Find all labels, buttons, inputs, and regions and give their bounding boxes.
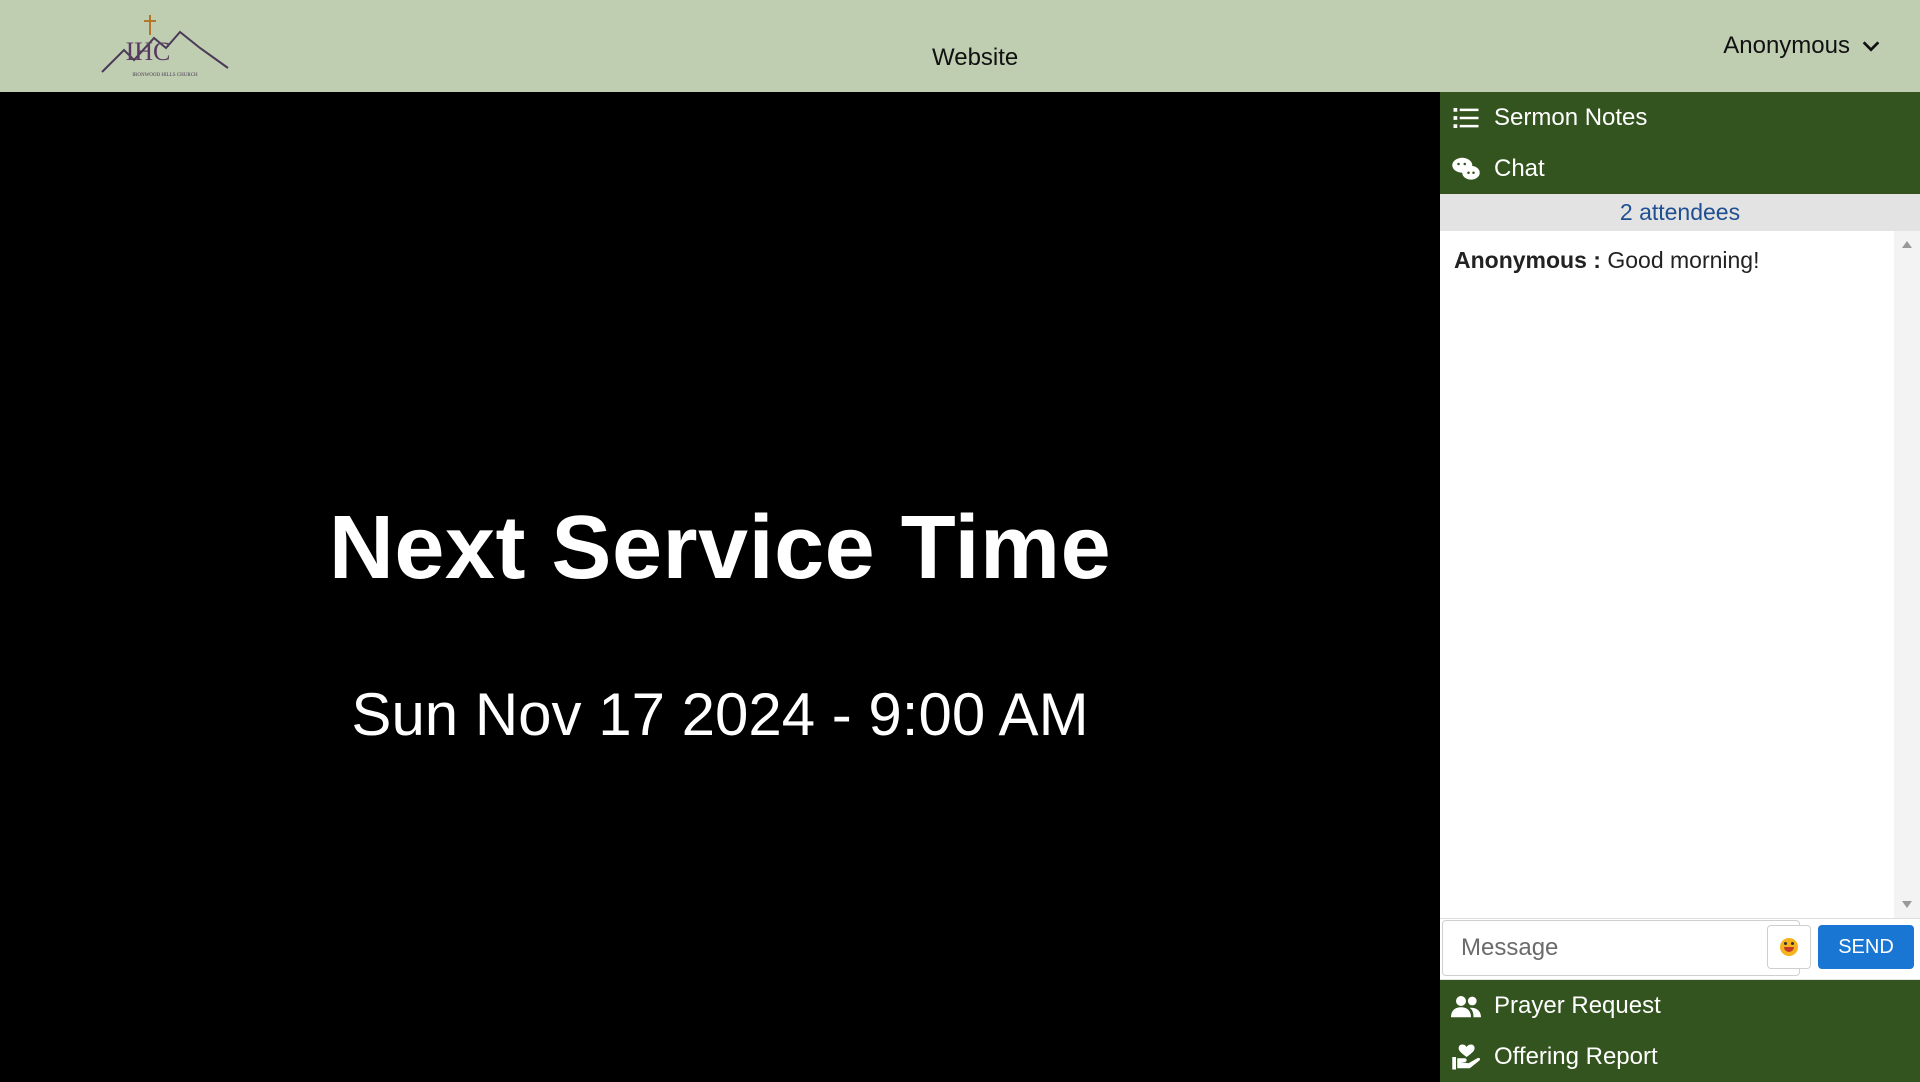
chevron-down-icon	[1862, 41, 1880, 52]
tab-sermon-notes-label: Sermon Notes	[1494, 103, 1648, 131]
logo-icon: IHC IRONWOOD HILLS CHURCH	[101, 15, 229, 78]
user-name: Anonymous	[1723, 32, 1850, 59]
attendees-count: 2 attendees	[1440, 194, 1920, 231]
chat-messages-pane[interactable]: Anonymous : Good morning!	[1440, 231, 1920, 919]
tab-sermon-notes[interactable]: Sermon Notes	[1440, 92, 1920, 143]
emoji-icon	[1780, 938, 1798, 956]
tab-chat[interactable]: Chat	[1440, 143, 1920, 194]
tab-prayer-request[interactable]: Prayer Request	[1440, 980, 1920, 1031]
service-title: Next Service Time	[328, 498, 1112, 598]
hand-heart-icon	[1450, 1041, 1482, 1073]
tab-chat-label: Chat	[1494, 154, 1545, 182]
chat-scrollbar[interactable]	[1894, 231, 1920, 918]
send-button[interactable]: SEND	[1818, 925, 1914, 969]
church-logo[interactable]: IHC IRONWOOD HILLS CHURCH	[100, 10, 230, 80]
chat-composer: SEND	[1440, 919, 1920, 980]
list-icon	[1450, 102, 1482, 134]
svg-text:IRONWOOD HILLS CHURCH: IRONWOOD HILLS CHURCH	[132, 73, 198, 78]
sidebar: Sermon Notes Chat 2 attendees Anonymous …	[1440, 92, 1920, 1082]
emoji-button[interactable]	[1767, 925, 1811, 969]
chat-message: Anonymous : Good morning!	[1454, 247, 1886, 274]
scroll-down-icon[interactable]	[1902, 901, 1912, 908]
service-datetime: Sun Nov 17 2024 - 9:00 AM	[351, 681, 1089, 748]
user-menu[interactable]: Anonymous	[1723, 32, 1882, 60]
message-author: Anonymous :	[1454, 247, 1601, 273]
people-icon	[1450, 990, 1482, 1022]
svg-text:IHC: IHC	[126, 37, 171, 66]
top-header: IHC IRONWOOD HILLS CHURCH Website Anonym…	[0, 0, 1920, 92]
tab-offering-report-label: Offering Report	[1494, 1042, 1658, 1070]
message-input[interactable]	[1442, 920, 1800, 976]
chat-bubbles-icon	[1450, 153, 1482, 185]
nav-website-link[interactable]: Website	[932, 44, 1018, 72]
message-list: Anonymous : Good morning!	[1454, 247, 1886, 274]
tab-offering-report[interactable]: Offering Report	[1440, 1031, 1920, 1082]
message-text: Good morning!	[1607, 247, 1760, 273]
video-player[interactable]: Next Service Time Sun Nov 17 2024 - 9:00…	[0, 92, 1440, 1080]
scroll-up-icon[interactable]	[1902, 241, 1912, 248]
tab-prayer-request-label: Prayer Request	[1494, 991, 1661, 1019]
